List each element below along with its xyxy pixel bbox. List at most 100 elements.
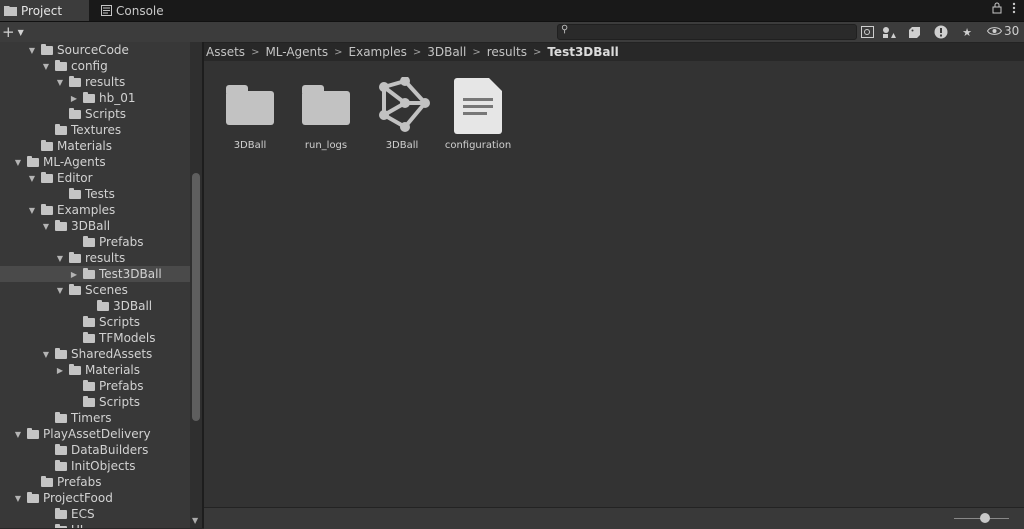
folder-icon	[55, 124, 67, 135]
search-field[interactable]: ⚲	[557, 24, 857, 40]
tree-item[interactable]: 3DBall	[0, 298, 190, 314]
window-controls	[992, 2, 1016, 14]
favorites-star-icon[interactable]: ★	[958, 24, 976, 40]
search-by-scene-icon[interactable]	[858, 24, 876, 40]
tree-item[interactable]: UI	[0, 522, 190, 528]
tree-item[interactable]: ▼ results	[0, 74, 190, 90]
tree-item-label: Materials	[85, 363, 141, 377]
tree-item[interactable]: ▼ SourceCode	[0, 42, 190, 58]
expanded-arrow-icon[interactable]: ▼	[41, 218, 51, 234]
tree-item[interactable]: Scripts	[0, 394, 190, 410]
asset-item[interactable]: 3DBall	[212, 77, 288, 157]
tree-scrollbar[interactable]: ▼	[190, 42, 202, 528]
tree-item-label: ECS	[71, 507, 95, 521]
tree-item[interactable]: Tests	[0, 186, 190, 202]
expanded-arrow-icon[interactable]: ▼	[13, 426, 23, 442]
tree-item[interactable]: TFModels	[0, 330, 190, 346]
expanded-arrow-icon[interactable]: ▼	[27, 42, 37, 58]
tree-item[interactable]: ▼ Examples	[0, 202, 190, 218]
tab-project[interactable]: Project	[0, 0, 89, 21]
breadcrumb-separator-icon: >	[412, 46, 422, 58]
breadcrumb-item[interactable]: Assets	[206, 45, 245, 59]
tree-item[interactable]: ▼ PlayAssetDelivery	[0, 426, 190, 442]
tree-item[interactable]: ▼ 3DBall	[0, 218, 190, 234]
tab-console[interactable]: Console	[97, 0, 164, 21]
tree-item[interactable]: Prefabs	[0, 234, 190, 250]
tree-item-label: Textures	[71, 123, 122, 137]
folder-icon	[69, 76, 81, 87]
scroll-down-arrow-icon[interactable]: ▼	[192, 516, 198, 525]
tree-item[interactable]: Prefabs	[0, 378, 190, 394]
folder-icon	[83, 316, 95, 327]
folder-icon	[69, 252, 81, 263]
tree-item[interactable]: ▶ Materials	[0, 362, 190, 378]
filter-by-type-icon[interactable]	[880, 24, 898, 40]
search-input[interactable]	[572, 25, 852, 39]
expanded-arrow-icon[interactable]: ▼	[13, 154, 23, 170]
asset-label: 3DBall	[385, 140, 419, 151]
tree-item-label: UI	[71, 523, 83, 528]
tree-item[interactable]: ▼ results	[0, 250, 190, 266]
tree-item-label: Tests	[85, 187, 115, 201]
tree-item-label: Prefabs	[99, 235, 144, 249]
collapsed-arrow-icon[interactable]: ▶	[69, 90, 79, 106]
folder-icon	[83, 268, 95, 279]
tree-item[interactable]: Scripts	[0, 314, 190, 330]
breadcrumb-item[interactable]: results	[487, 45, 527, 59]
expanded-arrow-icon[interactable]: ▼	[27, 170, 37, 186]
tree-item[interactable]: Timers	[0, 410, 190, 426]
scrollbar-thumb[interactable]	[192, 173, 200, 421]
tree-item[interactable]: Scripts	[0, 106, 190, 122]
tree-item-label: ProjectFood	[43, 491, 113, 505]
asset-grid: 3DBall run_logs 3DBall configuration	[204, 61, 1024, 507]
expanded-arrow-icon[interactable]: ▼	[41, 58, 51, 74]
collapsed-arrow-icon[interactable]: ▶	[55, 362, 65, 378]
tree-item[interactable]: ▼ config	[0, 58, 190, 74]
expanded-arrow-icon[interactable]: ▼	[27, 202, 37, 218]
lock-icon[interactable]	[992, 2, 1002, 14]
expanded-arrow-icon[interactable]: ▼	[13, 490, 23, 506]
folder-icon	[41, 140, 53, 151]
breadcrumb-item[interactable]: 3DBall	[427, 45, 466, 59]
tree-item[interactable]: Textures	[0, 122, 190, 138]
asset-item[interactable]: configuration	[440, 77, 516, 157]
neural-network-icon	[364, 77, 440, 133]
hidden-packages-toggle[interactable]: 30	[987, 24, 1019, 38]
breadcrumb-item[interactable]: Examples	[349, 45, 407, 59]
create-button[interactable]: + ▼	[2, 22, 24, 42]
tree-item[interactable]: ▼ ML-Agents	[0, 154, 190, 170]
tree-item[interactable]: ▶ hb_01	[0, 90, 190, 106]
tree-item[interactable]: ECS	[0, 506, 190, 522]
tree-item[interactable]: Prefabs	[0, 474, 190, 490]
tree-item[interactable]: ▼ Editor	[0, 170, 190, 186]
breadcrumb-item[interactable]: Test3DBall	[547, 45, 618, 59]
icon-size-slider-knob[interactable]	[980, 513, 990, 523]
tree-item[interactable]: ▶ Test3DBall	[0, 266, 190, 282]
breadcrumb-separator-icon: >	[472, 46, 481, 58]
folder-icon	[83, 236, 95, 247]
folder-icon	[83, 92, 95, 103]
tree-item-label: 3DBall	[71, 219, 111, 233]
tree-item[interactable]: ▼ SharedAssets	[0, 346, 190, 362]
tree-item[interactable]: ▼ ProjectFood	[0, 490, 190, 506]
expanded-arrow-icon[interactable]: ▼	[55, 250, 65, 266]
tree-item[interactable]: InitObjects	[0, 458, 190, 474]
plus-icon: +	[2, 23, 15, 41]
folder-tree: ▼ SourceCode ▼ config ▼ results ▶ hb_01 Scripts T…	[0, 42, 190, 528]
breadcrumb: Assets > ML-Agents > Examples >3DBall > results…	[206, 43, 619, 61]
filter-by-label-icon[interactable]	[906, 24, 924, 40]
warning-filter-icon[interactable]	[932, 24, 950, 40]
expanded-arrow-icon[interactable]: ▼	[55, 282, 65, 298]
expanded-arrow-icon[interactable]: ▼	[55, 74, 65, 90]
collapsed-arrow-icon[interactable]: ▶	[69, 266, 79, 282]
asset-item[interactable]: run_logs	[288, 77, 364, 157]
tree-item[interactable]: Materials	[0, 138, 190, 154]
tree-item[interactable]: DataBuilders	[0, 442, 190, 458]
more-options-icon[interactable]	[1012, 2, 1016, 14]
folder-icon	[83, 396, 95, 407]
expanded-arrow-icon[interactable]: ▼	[41, 346, 51, 362]
asset-item[interactable]: 3DBall	[364, 77, 440, 157]
tree-item[interactable]: ▼ Scenes	[0, 282, 190, 298]
breadcrumb-item[interactable]: ML-Agents	[265, 45, 328, 59]
folder-icon	[226, 85, 274, 125]
